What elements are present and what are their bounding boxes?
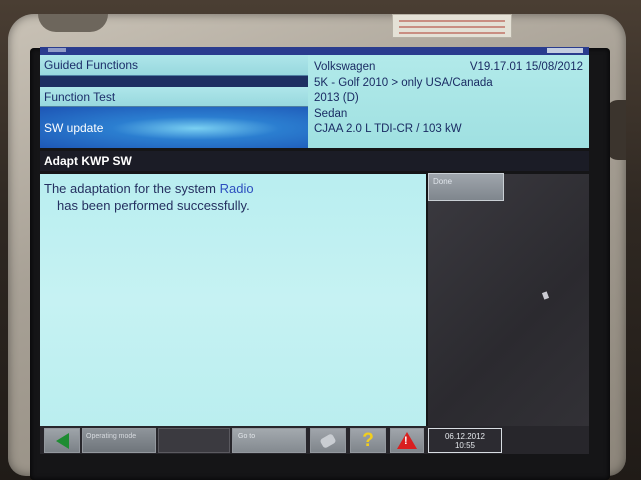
vehicle-engine: CJAA 2.0 L TDI-CR / 103 kW <box>314 123 462 135</box>
time-text: 10:55 <box>454 441 476 450</box>
menu-item-sw-update[interactable]: SW update <box>40 107 308 148</box>
section-title-bar: Adapt KWP SW <box>40 151 589 171</box>
empty-toolbar-slot <box>158 428 230 453</box>
system-name: Radio <box>219 181 254 196</box>
menu-separator <box>40 76 308 87</box>
page-title: Adapt KWP SW <box>44 154 132 168</box>
vehicle-header-row: Volkswagen V19.17.01 15/08/2012 <box>314 60 585 76</box>
vehicle-info-panel: Volkswagen V19.17.01 15/08/2012 5K - Gol… <box>308 55 589 148</box>
date-text: 06.12.2012 <box>444 432 486 441</box>
warning-icon <box>397 432 417 449</box>
datetime-display: 06.12.2012 10:55 <box>428 428 502 453</box>
help-icon: ? <box>362 429 374 451</box>
right-panel <box>428 174 589 426</box>
operating-mode-label: Operating mode <box>86 433 137 440</box>
menu-item-label: Guided Functions <box>44 58 139 72</box>
menu-item-label: SW update <box>44 120 104 135</box>
menu-item-function-test[interactable]: Function Test <box>40 87 308 107</box>
goto-label: Go to <box>238 433 256 440</box>
done-button[interactable]: Done <box>428 173 504 201</box>
message-panel: The adaptation for the system Radio has … <box>40 174 426 426</box>
back-button[interactable] <box>44 428 80 453</box>
software-version: V19.17.01 15/08/2012 <box>469 61 583 73</box>
back-arrow-icon <box>55 432 69 449</box>
vehicle-body: Sedan <box>314 107 348 120</box>
message-line-1: The adaptation for the system Radio <box>44 180 422 197</box>
done-button-label: Done <box>433 177 453 186</box>
vehicle-model: 5K - Golf 2010 > only USA/Canada <box>314 76 493 89</box>
goto-button[interactable]: Go to <box>232 428 306 453</box>
operating-mode-button[interactable]: Operating mode <box>82 428 156 453</box>
window-controls[interactable] <box>547 48 583 53</box>
vehicle-year: 2013 (D) <box>314 92 359 104</box>
menu-item-label: Function Test <box>44 89 116 104</box>
vehicle-make: Volkswagen <box>314 61 376 73</box>
warning-button[interactable] <box>390 428 424 453</box>
window-title-strip <box>40 47 589 55</box>
tools-button[interactable] <box>310 428 346 453</box>
message-text: The adaptation for the system <box>44 181 220 196</box>
menu-item-guided-functions[interactable]: Guided Functions <box>40 55 308 76</box>
device-logo-recess <box>38 14 108 32</box>
app-icon <box>48 48 66 52</box>
device-label-sticker <box>392 14 512 38</box>
tools-icon <box>319 432 337 449</box>
help-button[interactable]: ? <box>350 428 386 453</box>
message-line-2: has been performed successfully. <box>57 198 250 213</box>
